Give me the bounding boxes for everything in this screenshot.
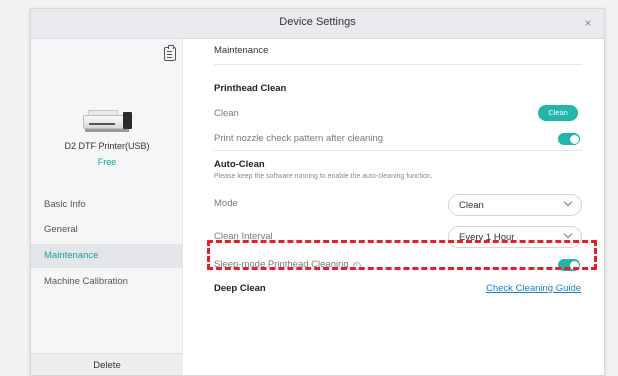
info-icon[interactable]: i [352,262,361,270]
mode-select-value: Clean [459,200,484,211]
auto-clean-note: Please keep the software running to enab… [214,173,433,180]
clean-button[interactable]: Clean [538,105,578,121]
chevron-down-icon [563,229,573,239]
device-status: Free [97,157,117,167]
sidebar-item-basic-info[interactable]: Basic Info [31,193,183,217]
device-settings-window: Device Settings × D2 DTF Printer(USB) Fr… [30,8,605,376]
delete-button[interactable]: Delete [31,353,183,375]
close-icon[interactable]: × [580,15,596,31]
sleep-mode-cleaning-label: Sleep-mode Printhead Cleaning i [214,259,361,270]
divider [214,150,582,151]
device-name: D2 DTF Printer(USB) [64,141,150,151]
window-title: Device Settings [279,16,356,28]
deep-clean-heading: Deep Clean [214,283,266,294]
sidebar-item-general[interactable]: General [31,218,183,242]
section-title: Maintenance [214,45,269,56]
sleep-mode-cleaning-text: Sleep-mode Printhead Cleaning [214,259,349,270]
sidebar-item-maintenance[interactable]: Maintenance [31,244,183,268]
clipboard-icon[interactable] [164,45,176,61]
title-bar: Device Settings × [31,9,604,39]
printhead-clean-heading: Printhead Clean [214,83,287,94]
check-cleaning-guide-link[interactable]: Check Cleaning Guide [486,283,581,294]
divider [214,64,582,65]
printer-image [83,107,133,133]
sleep-mode-cleaning-toggle[interactable] [558,259,580,271]
sidebar: D2 DTF Printer(USB) Free Basic Info Gene… [31,39,183,375]
clean-interval-label: Clean Interval [214,231,273,242]
mode-label: Mode [214,198,238,209]
clean-label: Clean [214,108,239,119]
nozzle-check-label: Print nozzle check pattern after cleanin… [214,133,383,144]
clean-interval-select-value: Every 1 Hour [459,232,515,243]
sidebar-item-machine-calibration[interactable]: Machine Calibration [31,270,183,294]
auto-clean-heading: Auto-Clean [214,159,265,170]
clean-interval-select[interactable]: Every 1 Hour [448,226,582,248]
mode-select[interactable]: Clean [448,194,582,216]
chevron-down-icon [563,197,573,207]
nozzle-check-toggle[interactable] [558,133,580,145]
maintenance-panel: Maintenance Printhead Clean Clean Clean … [184,39,604,375]
